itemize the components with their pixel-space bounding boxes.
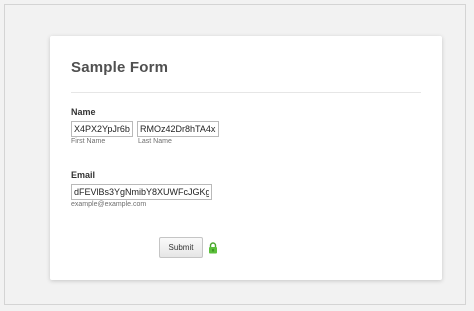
name-label: Name: [71, 107, 96, 117]
first-name-sublabel: First Name: [71, 138, 106, 145]
last-name-sublabel: Last Name: [138, 138, 172, 145]
lock-icon: [208, 241, 218, 254]
page-frame: Sample Form Name First Name Last Name Em…: [4, 4, 466, 305]
title-divider: [71, 92, 421, 93]
email-input[interactable]: [71, 184, 212, 200]
first-name-input[interactable]: [71, 121, 133, 137]
form-title: Sample Form: [71, 59, 169, 76]
form-card: Sample Form Name First Name Last Name Em…: [50, 36, 442, 280]
submit-button[interactable]: Submit: [159, 237, 203, 258]
last-name-input[interactable]: [137, 121, 219, 137]
email-label: Email: [71, 170, 96, 180]
email-sublabel: example@example.com: [71, 201, 147, 208]
